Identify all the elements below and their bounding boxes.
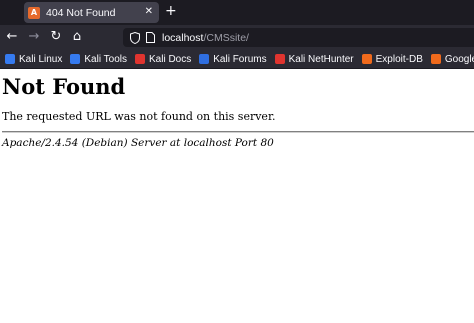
bookmark-label: Kali Forums (213, 53, 267, 65)
close-tab-icon[interactable]: ✕ (145, 6, 153, 17)
bookmark-item[interactable]: Kali Tools (70, 54, 127, 65)
url-path: /CMSsite/ (203, 31, 249, 44)
bookmark-label: Kali NetHunter (288, 53, 354, 65)
bookmark-item[interactable]: Kali Docs (134, 53, 192, 65)
apache-feather-icon: A (28, 6, 40, 19)
exploit-db-icon (361, 54, 372, 64)
page-heading: Not Found (2, 74, 126, 99)
kali-dragon-icon (70, 54, 81, 64)
ghdb-icon (430, 54, 441, 64)
page-content: Not Found The requested URL was not foun… (0, 70, 474, 323)
tab-bar: A 404 Not Found ✕ + (0, 0, 474, 25)
bookmark-label: Kali Linux (19, 53, 63, 65)
bookmark-item[interactable]: Kali NetHunter (274, 53, 354, 65)
server-signature: Apache/2.4.54 (Debian) Server at localho… (2, 137, 274, 149)
bookmark-item[interactable]: Kali Linux (5, 54, 62, 65)
new-tab-button[interactable]: + (165, 3, 177, 19)
bookmark-label: Google Hacking DB (444, 53, 474, 65)
home-button[interactable]: ⌂ (69, 29, 85, 45)
bookmark-label: Kali Tools (84, 53, 127, 65)
tab-active[interactable]: A 404 Not Found ✕ (24, 2, 159, 23)
reload-button[interactable]: ↻ (48, 29, 64, 45)
bookmark-item[interactable]: Google Hacking DB (430, 53, 474, 65)
kali-docs-icon (134, 54, 145, 64)
horizontal-rule (2, 131, 474, 133)
kali-dragon-icon (274, 54, 285, 64)
url-host: localhost (162, 31, 204, 44)
url-text[interactable]: localhost/CMSsite/ (162, 32, 249, 44)
tracking-shield-icon[interactable] (130, 31, 140, 44)
bookmark-item[interactable]: Exploit-DB (361, 53, 423, 65)
back-button[interactable]: ← (4, 29, 20, 45)
bookmark-item[interactable]: Kali Forums (199, 53, 267, 65)
error-message: The requested URL was not found on this … (2, 110, 276, 123)
url-bar[interactable]: localhost/CMSsite/ (123, 28, 474, 47)
kali-dragon-icon (5, 54, 15, 64)
bookmark-label: Kali Docs (148, 53, 192, 65)
bookmarks-toolbar: Kali Linux Kali Tools Kali Docs Kali Forums… (0, 50, 474, 69)
navigation-bar: ← → ↻ ⌂ localhost/CMSsite/ (0, 25, 474, 50)
page-info-icon[interactable] (146, 32, 155, 43)
bookmark-label: Exploit-DB (375, 53, 423, 65)
forward-button[interactable]: → (26, 29, 42, 45)
tab-title: 404 Not Found (46, 6, 116, 19)
kali-forums-icon (199, 54, 210, 64)
